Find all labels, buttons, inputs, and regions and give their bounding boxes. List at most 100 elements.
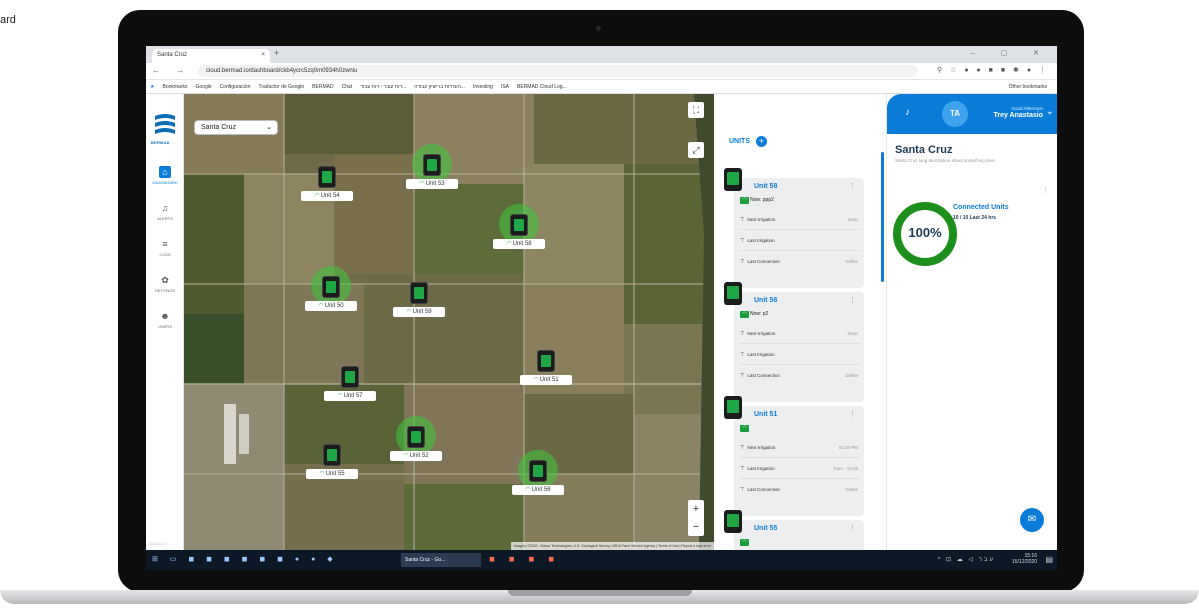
sidebar-item-logs[interactable]: ≡ LOGS [146,238,184,257]
more-menu-icon[interactable]: ⋮ [1042,186,1049,194]
wifi-icon: ◠ [740,311,749,318]
unit-status: ◠ [740,425,750,432]
wifi-icon: ◠ [318,303,324,309]
sidebar-item-label: DASHBOARD [152,180,178,185]
taskbar-chrome-app[interactable]: Santa Cruz - Go... [401,553,481,567]
add-unit-button[interactable]: + [756,136,767,147]
map-marker-unit-52[interactable]: ◠Unit 52 [390,416,442,474]
bookmark-item[interactable]: Bookmarks [158,80,191,90]
unit-row: ⊤ Last Irrigation [740,231,860,251]
other-bookmarks[interactable]: Other bookmarks [1005,80,1051,90]
wifi-icon: ◠ [740,425,749,432]
page: ard Santa Cruz × + – ▢ ✕ ← → ↻ cloud.ber… [0,0,1199,612]
bookmark-item[interactable]: דוח עובד - דוח עבוד... [356,80,410,90]
browser-tab-bar: Santa Cruz × + – ▢ ✕ [146,46,1057,63]
device-icon [322,276,340,298]
faucet-icon: ⊤ [740,259,745,265]
unit-row: ⊤ Last Irrigation [740,345,860,365]
clock[interactable]: 15:16 15/12/2020 [1012,553,1037,565]
user-name: Trey Anastasio [993,112,1043,119]
unit-card[interactable]: Unit 51 ⋮ ◠ ⊤ Next Irrigation 00:20 PM ⊤ La… [724,396,864,516]
device-icon [529,460,547,482]
notification-icon[interactable]: ▤ [1045,555,1053,564]
units-title: UNITS [729,138,750,145]
more-menu-icon[interactable]: ⋮ [849,410,856,418]
faucet-icon: ⊤ [740,487,745,493]
bookmark-item[interactable]: Chat [338,80,357,90]
zoom-out-button[interactable]: − [688,518,704,536]
device-icon [724,396,742,419]
tab-close-button[interactable]: × [261,52,265,58]
connected-units-label: Connected Units [953,204,1009,211]
bookmarks-bar: ★ Bookmarks Google Configuración Traductor d… [146,80,1057,94]
faucet-icon: ⊤ [740,331,745,337]
gear-icon: ✿ [161,275,169,285]
unit-row: ⊤ Next Irrigation 00:20 PM [740,438,860,458]
unit-name: Unit 58 [754,183,778,190]
bookmark-item[interactable]: ISA [497,80,513,90]
bookmark-item[interactable]: BERMAD [308,80,337,90]
panel-scrollbar[interactable] [881,152,884,282]
map-marker-unit-54[interactable]: ◠Unit 54 [301,156,353,214]
connected-percent: 100% [908,225,942,240]
new-tab-button[interactable]: + [274,48,279,58]
taskbar-pinned-icons[interactable]: ◼ ◼ ◼ ◼ [489,555,560,563]
map-marker-unit-58[interactable]: ◠Unit 58 [493,204,545,262]
chevron-down-icon: ⌄ [266,124,272,131]
faucet-icon: ⊤ [740,238,745,244]
extension-icons[interactable]: ⚲ ☆ ● ● ■ ■ ✱ ● ⋮ [937,66,1049,74]
site-select[interactable]: Santa Cruz ⌄ [194,120,278,135]
satellite-map[interactable]: Santa Cruz ⌄ ⛶ ⤢ + − Imagery ©2020 , Max… [184,94,714,550]
bookmark-star-icon: ★ [150,84,155,90]
map-marker-unit-56[interactable]: ◠Unit 56 [512,450,564,508]
sidebar-item-dashboard[interactable]: ⌂ DASHBOARD [146,166,184,185]
chevron-down-icon[interactable]: ⌄ [1046,106,1054,117]
bookmark-item[interactable]: Traductor de Google [254,80,308,90]
more-menu-icon[interactable]: ⋮ [849,524,856,532]
taskbar-icons[interactable]: ⊞ ▭ ◼ ◼ ◼ ◼ ◼ ◼ ● ● ◆ [152,555,338,563]
bookmark-item[interactable]: BERMAD Cloud Log... [513,80,571,90]
url-field[interactable]: cloud.bermad.io/dashboard/ckb4ycrc5zq0m0… [198,65,918,77]
map-marker-unit-53[interactable]: ◠Unit 53 [406,144,458,202]
site-select-value: Santa Cruz [201,124,237,131]
map-marker-unit-50[interactable]: ◠Unit 50 [305,266,357,324]
bell-icon: ♫ [161,203,169,213]
system-tray-icons[interactable]: ^ ⊡ ☁ ◁ עבר [938,556,995,563]
unit-card[interactable]: Unit 58 ⋮ ◠ Now: ppp2 ⊤ Next Irrigation Soo… [724,168,864,288]
bookmark-item[interactable]: העדרות ברישיון עבודה... [410,80,469,90]
map-marker-unit-55[interactable]: ◠Unit 55 [306,434,358,492]
zoom-in-button[interactable]: + [688,500,704,518]
bookmark-item[interactable]: Google [192,80,216,90]
chat-button[interactable]: ✉ [1020,508,1044,532]
more-menu-icon[interactable]: ⋮ [849,296,856,304]
faucet-icon: ⊤ [740,352,745,358]
window-controls[interactable]: – ▢ ✕ [971,49,1051,57]
unit-card[interactable]: Unit 55 ⋮ ◠ [724,510,864,550]
unit-row: ⊤ Last Connection Online [740,487,858,493]
bookmark-item[interactable]: Investing [469,80,497,90]
unit-name: Unit 55 [754,525,778,532]
faucet-icon: ⊤ [740,373,745,379]
map-marker-unit-59[interactable]: ◠Unit 59 [393,272,445,330]
browser-tab[interactable]: Santa Cruz × [152,49,270,63]
wifi-icon: ◠ [506,241,512,247]
unit-name: Unit 56 [754,297,778,304]
device-icon [724,168,742,191]
more-menu-icon[interactable]: ⋮ [849,182,856,190]
fullscreen-button[interactable]: ⛶ [688,102,704,118]
bookmark-item[interactable]: Configuración [216,80,255,90]
users-icon: ☻ [160,311,170,321]
unit-row: ⊤ Last Connection Online [740,373,858,379]
page-corner-text: ard [0,14,16,26]
sidebar-item-users[interactable]: ☻ USERS [146,310,184,329]
greeting: Good Afternoon [1011,106,1043,111]
sidebar-item-settings[interactable]: ✿ SETTINGS [146,274,184,293]
notifications-bell-icon[interactable]: ♪ [905,107,910,118]
sidebar-item-alerts[interactable]: ♫ ALERTS [146,202,184,221]
expand-button[interactable]: ⤢ [688,142,704,158]
marker-label: ◠Unit 53 [406,179,458,189]
map-marker-unit-51[interactable]: ◠Unit 51 [520,340,572,398]
device-icon [537,350,555,372]
map-marker-unit-57[interactable]: ◠Unit 57 [324,356,376,414]
unit-card[interactable]: Unit 56 ⋮ ◠ Now: p2 ⊤ Next Irrigation Soon … [724,282,864,402]
